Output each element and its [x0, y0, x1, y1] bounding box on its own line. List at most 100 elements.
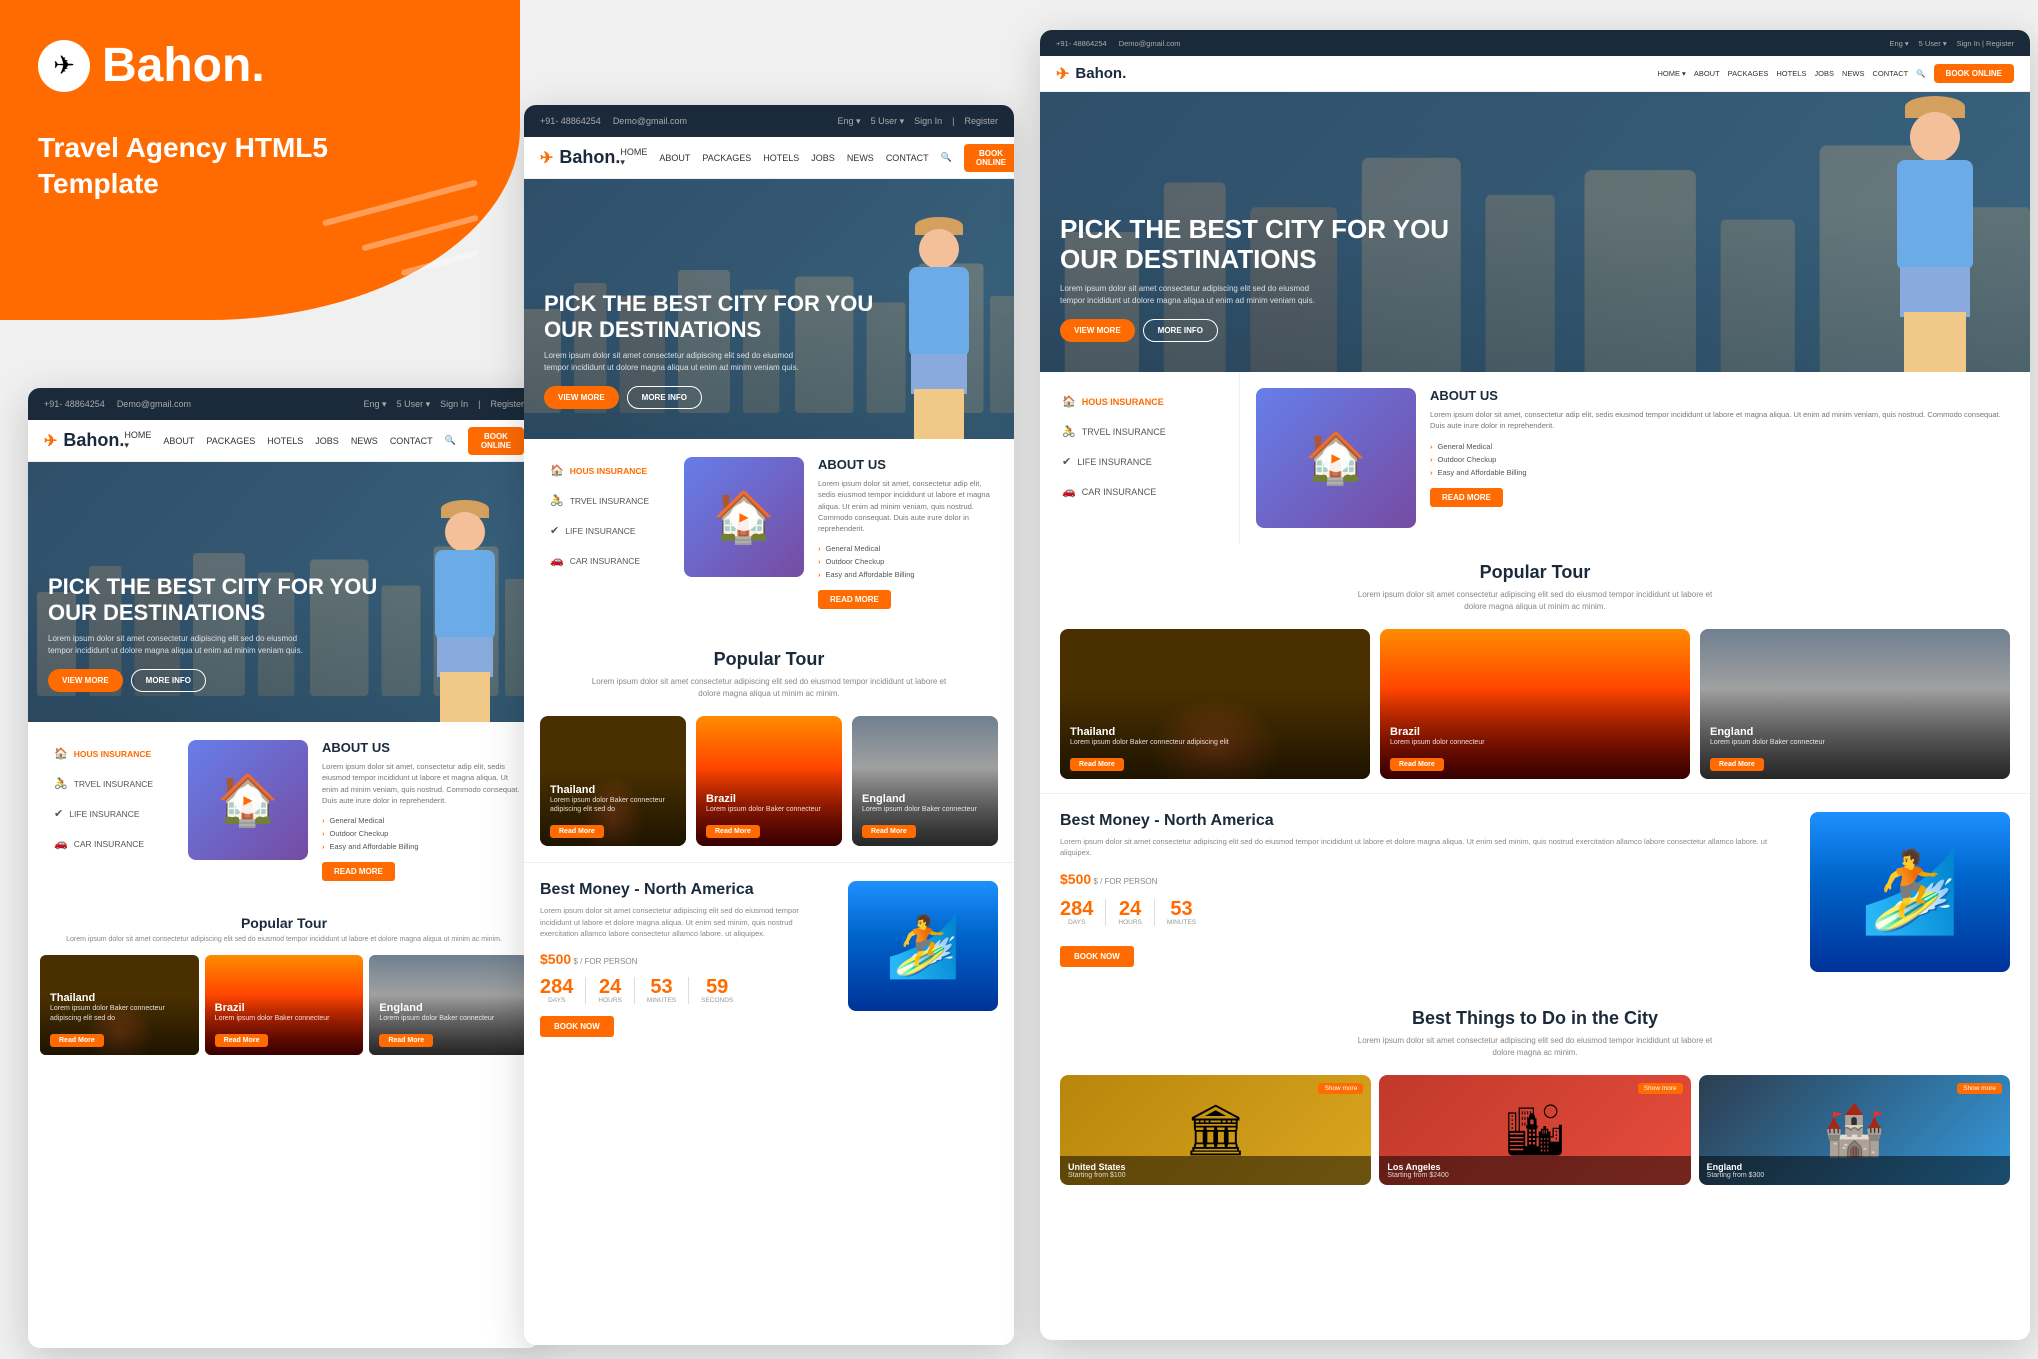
nav-packages-center[interactable]: PACKAGES: [702, 153, 751, 163]
la-card-bottom: Los Angeles Starting from $2400: [1379, 1156, 1690, 1185]
plane-icon: ✈: [38, 40, 90, 92]
england-readmore-right[interactable]: Read More: [1710, 758, 1764, 771]
tour-card-brazil-left: Brazil Lorem ipsum dolor Baker connecteu…: [205, 955, 364, 1055]
feature-billing-center: Easy and Affordable Billing: [818, 568, 998, 581]
screenshot-card-right: +91- 48864254 Demo@gmail.com Eng ▾ 5 Use…: [1040, 30, 2030, 1340]
nav-home-center[interactable]: HOME ▾: [620, 147, 647, 168]
more-info-btn-left[interactable]: MORE INFO: [131, 669, 206, 692]
ins-travel-center[interactable]: 🚴 TRVEL INSURANCE: [540, 487, 670, 514]
play-btn-left[interactable]: ▶: [234, 786, 262, 814]
view-more-btn-center[interactable]: VIEW MORE: [544, 386, 619, 409]
ins-life-left[interactable]: ✔ LIFE INSURANCE: [44, 800, 174, 827]
nav-jobs-left[interactable]: JOBS: [315, 436, 339, 446]
feature-medical-right: General Medical: [1430, 440, 2014, 453]
email-left: Demo@gmail.com: [117, 399, 191, 409]
us-show-badge[interactable]: Show more: [1318, 1083, 1363, 1094]
brazil-read-more-left[interactable]: Read More: [215, 1034, 269, 1047]
screenshot-card-left: +91- 48864254 Demo@gmail.com Eng ▾ 5 Use…: [28, 388, 540, 1348]
book-now-btn-center[interactable]: BOOK NOW: [540, 1016, 614, 1037]
nav-about-left[interactable]: ABOUT: [163, 436, 194, 446]
water-bg-right: 🏄: [1810, 812, 2010, 972]
brazil-readmore-center[interactable]: Read More: [706, 825, 760, 838]
ins-car-center[interactable]: 🚗 CAR INSURANCE: [540, 547, 670, 574]
nav-news-right[interactable]: NEWS: [1842, 69, 1865, 78]
book-btn-left[interactable]: BOOK ONLINE: [468, 427, 524, 455]
read-more-btn-right[interactable]: READ MORE: [1430, 488, 1503, 507]
nav-search-left[interactable]: 🔍: [445, 435, 456, 446]
popular-desc-left: Lorem ipsum dolor sit amet consectetur a…: [40, 935, 528, 945]
stat-days-right: 284 Days: [1060, 899, 1093, 926]
england-read-more-left[interactable]: Read More: [379, 1034, 433, 1047]
screenshot-card-center: +91- 48864254 Demo@gmail.com Eng ▾ 5 Use…: [524, 105, 1014, 1345]
ins-life-center[interactable]: ✔ LIFE INSURANCE: [540, 517, 670, 544]
nav-news-left[interactable]: NEWS: [351, 436, 378, 446]
nav-links-center: HOME ▾ ABOUT PACKAGES HOTELS JOBS NEWS C…: [620, 144, 1014, 172]
nav-about-right[interactable]: ABOUT: [1694, 69, 1720, 78]
ins-hous-center[interactable]: 🏠 HOUS INSURANCE: [540, 457, 670, 484]
brand-header: ✈ Bahon. Travel Agency HTML5 Template: [0, 0, 520, 320]
thailand-info-left: Thailand Lorem ipsum dolor Baker connect…: [50, 992, 189, 1047]
tour-card-england-left: England Lorem ipsum dolor Baker connecte…: [369, 955, 528, 1055]
things-card-eng: 🏰 Show more England Starting from $300: [1699, 1075, 2010, 1185]
more-info-btn-center[interactable]: MORE INFO: [627, 386, 702, 409]
nav-hotels-right[interactable]: HOTELS: [1776, 69, 1806, 78]
england-sub-left: Lorem ipsum dolor Baker connecteur: [379, 1014, 518, 1024]
thailand-readmore-right[interactable]: Read More: [1070, 758, 1124, 771]
ins-car-right[interactable]: 🚗 CAR INSURANCE: [1052, 478, 1227, 505]
view-more-btn-left[interactable]: VIEW MORE: [48, 669, 123, 692]
nav-links-right: HOME ▾ ABOUT PACKAGES HOTELS JOBS NEWS C…: [1657, 64, 2014, 83]
ins-hous-icon: 🏠: [54, 747, 68, 760]
nav-home-left[interactable]: HOME ▾: [124, 430, 151, 451]
thailand-name-left: Thailand: [50, 992, 189, 1004]
brazil-readmore-right[interactable]: Read More: [1390, 758, 1444, 771]
ins-hous-left[interactable]: 🏠 HOUS INSURANCE: [44, 740, 174, 767]
nav-packages-right[interactable]: PACKAGES: [1728, 69, 1769, 78]
nav-news-center[interactable]: NEWS: [847, 153, 874, 163]
view-more-btn-right[interactable]: VIEW MORE: [1060, 319, 1135, 342]
nav-hotels-left[interactable]: HOTELS: [267, 436, 303, 446]
nav-search-center[interactable]: 🔍: [941, 152, 952, 163]
book-btn-right[interactable]: BOOK ONLINE: [1934, 64, 2014, 83]
ins-car-left[interactable]: 🚗 CAR INSURANCE: [44, 830, 174, 857]
read-more-btn-center[interactable]: READ MORE: [818, 590, 891, 609]
nav-jobs-right[interactable]: JOBS: [1814, 69, 1834, 78]
book-btn-center[interactable]: BOOK ONLINE: [964, 144, 1014, 172]
eng-show-badge[interactable]: Show more: [1957, 1083, 2002, 1094]
brazil-sub-center: Lorem ipsum dolor Baker connecteur: [706, 805, 832, 815]
nav-jobs-center[interactable]: JOBS: [811, 153, 835, 163]
feature-list-center: General Medical Outdoor Checkup Easy and…: [818, 542, 998, 581]
england-readmore-center[interactable]: Read More: [862, 825, 916, 838]
la-show-badge[interactable]: Show more: [1638, 1083, 1683, 1094]
nav-contact-center[interactable]: CONTACT: [886, 153, 929, 163]
nav-main-center: ✈ Bahon. HOME ▾ ABOUT PACKAGES HOTELS JO…: [524, 137, 1014, 179]
nav-links-left: HOME ▾ ABOUT PACKAGES HOTELS JOBS NEWS C…: [124, 427, 524, 455]
read-more-btn-left[interactable]: READ MORE: [322, 862, 395, 881]
stat-hours-center: 24 Hours: [598, 977, 621, 1004]
popular-title-left: Popular Tour: [40, 915, 528, 931]
feature-list-right: General Medical Outdoor Checkup Easy and…: [1430, 440, 2014, 479]
nav-contact-right[interactable]: CONTACT: [1873, 69, 1909, 78]
thailand-info-right: Thailand Lorem ipsum dolor Baker connect…: [1070, 726, 1360, 771]
thailand-read-more-left[interactable]: Read More: [50, 1034, 104, 1047]
nav-home-right[interactable]: HOME ▾: [1657, 69, 1685, 78]
money-title-center: Best Money - North America: [540, 881, 832, 899]
insurance-menu-left: 🏠 HOUS INSURANCE 🚴 TRVEL INSURANCE ✔ LIF…: [44, 740, 174, 860]
book-now-btn-right[interactable]: BOOK NOW: [1060, 946, 1134, 967]
ins-hous-right[interactable]: 🏠 HOUS INSURANCE: [1052, 388, 1227, 415]
play-btn-center[interactable]: ▶: [730, 503, 758, 531]
ins-life-right[interactable]: ✔ LIFE INSURANCE: [1052, 448, 1227, 475]
ins-travel-right[interactable]: 🚴 TRVEL INSURANCE: [1052, 418, 1227, 445]
thailand-readmore-center[interactable]: Read More: [550, 825, 604, 838]
person-figure-right: [1860, 112, 2010, 372]
more-info-btn-right[interactable]: MORE INFO: [1143, 319, 1218, 342]
logo-area: ✈ Bahon.: [38, 38, 265, 93]
nav-search-right[interactable]: 🔍: [1916, 69, 1925, 78]
nav-hotels-center[interactable]: HOTELS: [763, 153, 799, 163]
ins-travel-left[interactable]: 🚴 TRVEL INSURANCE: [44, 770, 174, 797]
nav-about-center[interactable]: ABOUT: [659, 153, 690, 163]
nav-contact-left[interactable]: CONTACT: [390, 436, 433, 446]
play-btn-right[interactable]: ▶: [1322, 444, 1350, 472]
register-center: Register: [964, 116, 998, 126]
nav-logo-left: ✈ Bahon.: [44, 430, 124, 451]
nav-packages-left[interactable]: PACKAGES: [206, 436, 255, 446]
